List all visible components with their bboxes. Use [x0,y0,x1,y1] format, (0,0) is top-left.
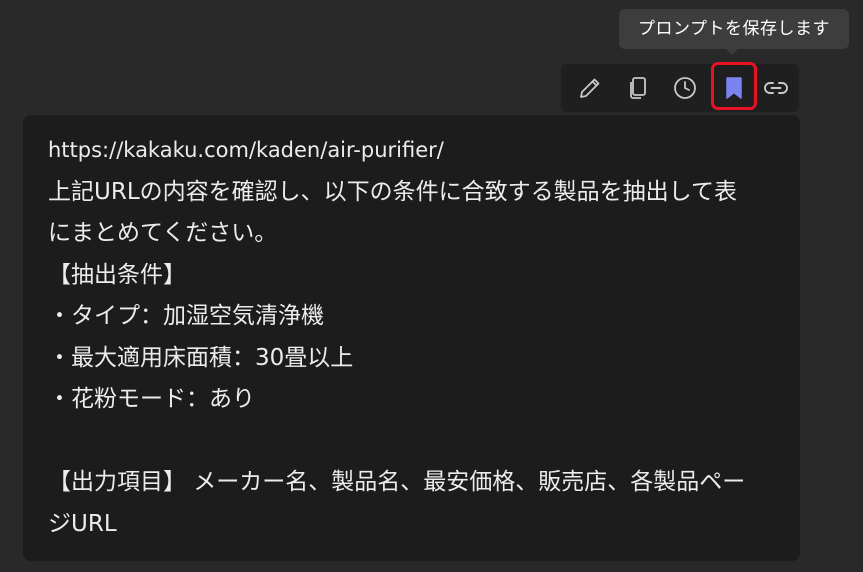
message-toolbar [561,64,799,112]
message-line: 【出力項目】 メーカー名、製品名、最安価格、販売店、各製品ペー [48,469,746,495]
message-line [48,421,780,463]
message-line: https://kakaku.com/kaden/air-purifier/ [48,138,444,162]
screen: プロンプトを保存します https://kakaku.com/kaden/air… [0,0,863,572]
message-line: ・タイプ：加湿空気清浄機 [48,303,324,329]
save-prompt-tooltip: プロンプトを保存します [619,9,849,49]
pencil-icon [577,75,603,101]
prompt-message: https://kakaku.com/kaden/air-purifier/ 上… [23,115,800,561]
save-prompt-button[interactable] [712,64,756,112]
message-line: 【抽出条件】 [48,261,186,288]
clock-icon [672,75,698,101]
message-line: ・花粉モード：あり [48,386,255,412]
edit-button[interactable] [568,64,612,112]
history-button[interactable] [663,64,707,112]
link-icon [762,75,790,101]
message-line: ・最大適用床面積：30畳以上 [48,344,354,371]
tooltip-arrow [725,48,739,55]
message-line: ジURL [48,510,117,537]
link-button[interactable] [754,64,798,112]
copy-button[interactable] [616,64,660,112]
copy-icon [625,75,651,101]
bookmark-icon [721,75,747,101]
message-line: にまとめてください。 [48,220,278,246]
message-line: 上記URLの内容を確認し、以下の条件に合致する製品を抽出して表 [48,178,737,205]
